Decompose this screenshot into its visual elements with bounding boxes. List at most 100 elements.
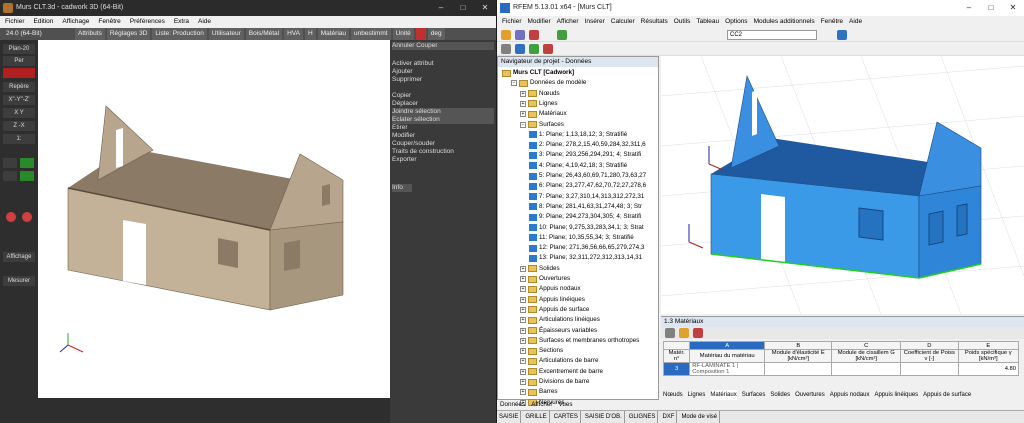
hva-button[interactable]: HVA <box>284 28 303 40</box>
expand-icon[interactable]: + <box>520 389 526 396</box>
tree-item[interactable]: + Lignes <box>520 99 558 109</box>
perspective-button[interactable]: Per <box>3 56 35 66</box>
tree-item[interactable]: + Divisions de barre <box>520 377 589 387</box>
tree-item[interactable]: + Articulations linéiques <box>520 315 600 325</box>
activate-attribute-item[interactable]: Activer attribut <box>392 60 494 68</box>
menu-item-preferences[interactable]: Préférences <box>130 16 165 28</box>
menu-item-resultats[interactable]: Résultats <box>641 16 668 28</box>
add-item[interactable]: Ajouter <box>392 68 494 76</box>
user-button[interactable]: Utilisateur <box>208 28 244 40</box>
surface-tree-item[interactable]: 10: Plane; 9,275,33,283,34,1; 3; Strat <box>529 223 644 233</box>
cut-weld-item[interactable]: Couper/souder <box>392 140 494 148</box>
close-icon[interactable]: ✕ <box>474 0 496 16</box>
tab-appuis-nodaux[interactable]: Appuis nodaux <box>830 390 870 400</box>
tree-item[interactable]: − Surfaces <box>520 120 564 130</box>
tab-donnees[interactable]: Données <box>500 400 525 410</box>
cube-green-icon[interactable] <box>20 158 34 168</box>
join-selection-item[interactable]: Joindre sélection <box>392 108 494 116</box>
export-item[interactable]: Exporter <box>392 156 494 164</box>
menu-item-aide[interactable]: Aide <box>849 16 862 28</box>
tree-item[interactable]: + Ouvertures <box>520 274 570 284</box>
tab-lignes[interactable]: Lignes <box>688 390 706 400</box>
delete-item[interactable]: Supprimer <box>392 76 494 84</box>
table-cell[interactable]: RF-LAMINATE 1 | Composition 1 <box>689 362 766 376</box>
expand-icon[interactable]: + <box>520 348 526 355</box>
view-z-button[interactable]: Z -X <box>3 121 35 131</box>
view-xyz-button[interactable]: X"-Y"-Z' <box>3 95 35 105</box>
table-tool-icon-2[interactable] <box>679 328 689 338</box>
surface-tree-item[interactable]: 6: Plane; 23,277,47,62,70,72,27,278,6 <box>529 181 646 191</box>
plan-button[interactable]: Plan-20 <box>3 44 35 54</box>
table-row[interactable]: 3 RF-LAMINATE 1 | Composition 1 4.80 <box>662 362 1020 376</box>
tab-appuis-surface[interactable]: Appuis de surface <box>923 390 971 400</box>
surface-tree-item[interactable]: 13: Plane; 32,311,272,312,313,14,31 <box>529 253 642 263</box>
view-xy-button[interactable]: X Y <box>3 108 35 118</box>
surface-tree-item[interactable]: 7: Plane; 3,27,310,14,313,312,272,31 <box>529 192 644 202</box>
tree-item[interactable]: + Appuis nodaux <box>520 284 581 294</box>
table-cell[interactable] <box>900 362 959 376</box>
tree-item[interactable]: + Articulations de barre <box>520 356 599 366</box>
menu-item-affichage[interactable]: Affichage <box>62 16 89 28</box>
table-cell[interactable] <box>831 362 902 376</box>
expand-icon[interactable]: + <box>520 286 526 293</box>
expand-icon[interactable]: + <box>520 111 526 118</box>
expand-icon[interactable]: + <box>520 265 526 272</box>
menu-item-inserer[interactable]: Insérer <box>585 16 605 28</box>
table-cell[interactable] <box>764 362 833 376</box>
affichage-button[interactable]: Affichage <box>3 252 35 262</box>
new-icon[interactable] <box>501 30 511 40</box>
menu-item-calculer[interactable]: Calculer <box>611 16 635 28</box>
cube-icon[interactable] <box>3 158 17 168</box>
expand-icon[interactable]: + <box>520 276 526 282</box>
construction-lines-item[interactable]: Traits de construction <box>392 148 494 156</box>
menu-item-extra[interactable]: Extra <box>174 16 189 28</box>
zoom-icon[interactable] <box>6 212 16 222</box>
table-tool-icon[interactable] <box>665 328 675 338</box>
surface-tree-item[interactable]: 9: Plane; 294,273,304,305; 4; Stratifi <box>529 212 641 222</box>
surface-tree-item[interactable]: 2: Plane; 278,2,15,40,59,284,32,311,6 <box>529 140 646 150</box>
unit-button[interactable]: Unité <box>392 28 414 40</box>
line-icon[interactable] <box>529 44 539 54</box>
tab-noeuds[interactable]: Nœuds <box>663 390 683 400</box>
tree-item[interactable]: + Épaisseurs variables <box>520 326 597 336</box>
expand-icon[interactable]: − <box>520 121 526 128</box>
menu-item-outils[interactable]: Outils <box>674 16 691 28</box>
calc-icon[interactable] <box>557 30 567 40</box>
tree-item[interactable]: Murs CLT [Cadwork] <box>502 68 574 78</box>
menu-item-modules[interactable]: Modules additionnels <box>754 16 815 28</box>
tree-item[interactable]: + Barres <box>520 387 558 397</box>
surface-tree-item[interactable]: 11: Plane; 10,35,55,34; 3; Stratifié <box>529 233 634 243</box>
copy-item[interactable]: Copier <box>392 92 494 100</box>
cube-icon-2[interactable] <box>3 171 17 181</box>
tab-solides[interactable]: Solides <box>770 390 790 400</box>
tab-appuis-lineiques[interactable]: Appuis linéiques <box>874 390 918 400</box>
status-glignes[interactable]: GLIGNES <box>627 411 659 423</box>
scale-button[interactable]: 1: <box>3 134 35 144</box>
h-button[interactable]: H <box>305 28 316 40</box>
expand-icon[interactable]: + <box>520 379 526 385</box>
list-production-button[interactable]: Liste: Production <box>152 28 207 40</box>
menu-item-fichier[interactable]: Fichier <box>502 16 522 28</box>
status-saisie-ob[interactable]: SAISIE D'OB. <box>583 411 625 423</box>
menu-item-options[interactable]: Options <box>725 16 747 28</box>
status-grille[interactable]: GRILLE <box>523 411 550 423</box>
attributes-button[interactable]: Attributs <box>75 28 105 40</box>
status-cartes[interactable]: CARTES <box>552 411 581 423</box>
tree-item[interactable]: + Solides <box>520 264 560 274</box>
tree-item[interactable]: + Appuis de surface <box>520 305 589 315</box>
modify-item[interactable]: Modifier <box>392 132 494 140</box>
status-dxf[interactable]: DXF <box>660 411 678 423</box>
view-red-button[interactable] <box>3 68 35 78</box>
tree-item[interactable]: − Données de modèle <box>511 78 586 88</box>
node-icon[interactable] <box>515 44 525 54</box>
menu-item-edition[interactable]: Edition <box>34 16 54 28</box>
save-icon[interactable] <box>529 30 539 40</box>
menu-item-modifier[interactable]: Modifier <box>528 16 551 28</box>
tree-item[interactable]: + Excentrement de barre <box>520 367 603 377</box>
expand-icon[interactable]: + <box>520 100 526 107</box>
tab-ouvertures[interactable]: Ouvertures <box>795 390 825 400</box>
tab-vues[interactable]: Vues <box>558 400 572 410</box>
expand-icon[interactable]: + <box>520 337 526 344</box>
surface-tree-item[interactable]: 12: Plane; 271,36,56,66,65,279,274,3 <box>529 243 644 253</box>
move-item[interactable]: Déplacer <box>392 100 494 108</box>
